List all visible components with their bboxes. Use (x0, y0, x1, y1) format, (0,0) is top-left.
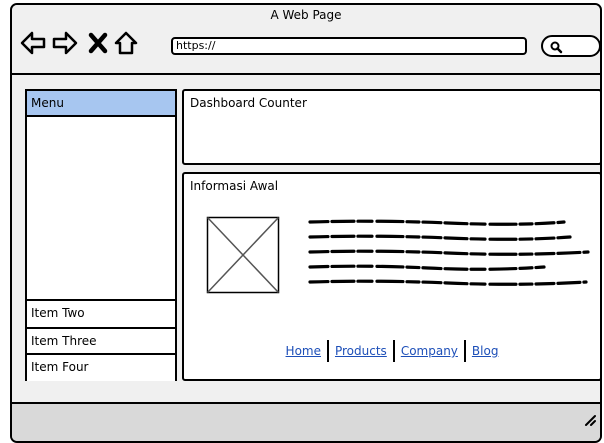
image-placeholder-icon (206, 216, 280, 294)
window-title: A Web Page (270, 8, 342, 22)
panel-title: Dashboard Counter (190, 96, 307, 110)
resize-grip-icon[interactable] (582, 412, 596, 426)
dashboard-counter-panel: Dashboard Counter (182, 89, 600, 165)
browser-toolbar: A Web Page https:// (12, 5, 600, 75)
info-panel: Informasi Awal Home Products Company Blog (182, 172, 600, 381)
search-icon (550, 41, 563, 54)
forward-arrow-icon[interactable] (52, 30, 78, 56)
browser-window: A Web Page https:// Menu Item Two Item T… (10, 3, 602, 443)
sidebar-item-four[interactable]: Item Four (27, 353, 175, 381)
sidebar-header[interactable]: Menu (27, 91, 175, 117)
footer-link-blog[interactable]: Blog (466, 340, 505, 362)
sidebar-item-two[interactable]: Item Two (27, 299, 175, 327)
placeholder-text-scribble (308, 219, 590, 286)
footer-link-products[interactable]: Products (329, 340, 393, 362)
footer-link-bar: Home Products Company Blog (184, 340, 600, 362)
footer-link-company[interactable]: Company (395, 340, 464, 362)
status-bar (12, 402, 600, 441)
home-icon[interactable] (113, 30, 139, 56)
sidebar-menu: Menu Item Two Item Three Item Four (25, 89, 177, 381)
panel-title: Informasi Awal (190, 179, 279, 193)
back-arrow-icon[interactable] (20, 30, 46, 56)
search-button[interactable] (541, 35, 600, 57)
footer-link-home[interactable]: Home (280, 340, 327, 362)
close-x-icon[interactable] (85, 30, 111, 56)
sidebar-item-three[interactable]: Item Three (27, 327, 175, 355)
url-input[interactable]: https:// (171, 37, 527, 55)
